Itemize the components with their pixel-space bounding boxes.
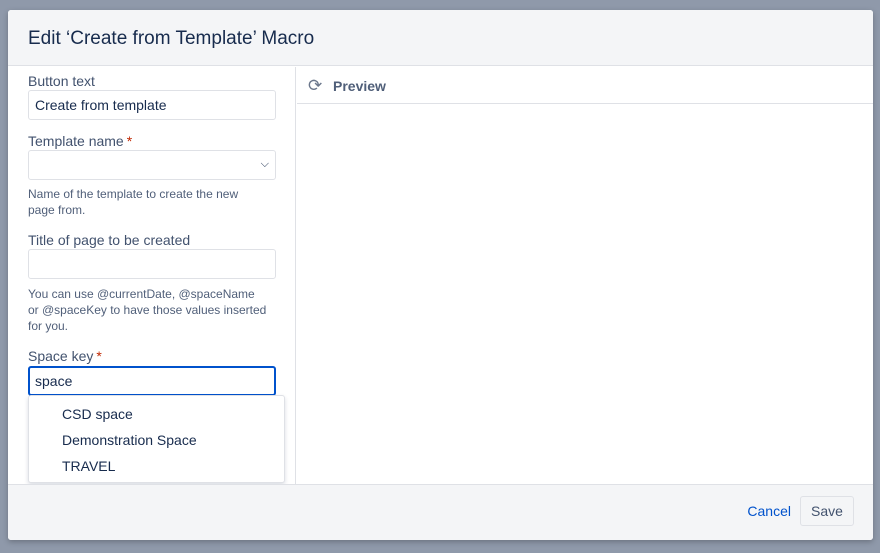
page-title-label: Title of page to be created (28, 232, 191, 248)
save-button[interactable]: Save (800, 496, 854, 526)
preview-label: Preview (333, 78, 386, 94)
macro-parameters-panel: Button text Create from template Templat… (8, 67, 296, 484)
macro-dialog: Edit ‘Create from Template’ Macro Button… (8, 10, 873, 540)
page-title-help: You can use @currentDate, @spaceName or … (28, 287, 267, 333)
required-marker: * (126, 133, 133, 149)
button-text-input[interactable]: Create from template (28, 90, 276, 120)
required-marker: * (96, 348, 102, 364)
dialog-title: Edit ‘Create from Template’ Macro (28, 28, 315, 49)
space-key-label-text: Space key (28, 348, 94, 364)
chevron-down-icon: ⌵ (260, 158, 269, 170)
preview-panel: ⟳ Preview (297, 67, 873, 484)
cancel-button[interactable]: Cancel (747, 503, 791, 519)
template-name-label: Template name * (28, 133, 132, 149)
space-key-label: Space key * (28, 348, 102, 364)
page-title-input[interactable] (28, 249, 276, 279)
dialog-footer: Cancel Save (8, 484, 873, 540)
template-name-help: Name of the template to create the new p… (28, 187, 239, 217)
template-name-label-text: Template name (28, 133, 124, 149)
suggestion-item[interactable]: Demonstration Space (62, 432, 197, 448)
suggestion-item[interactable]: CSD space (62, 406, 133, 422)
space-key-suggestions: CSD space Demonstration Space TRAVEL (28, 395, 285, 483)
space-key-input[interactable]: space (28, 366, 276, 396)
refresh-icon[interactable]: ⟳ (308, 76, 322, 96)
template-name-select[interactable]: ⌵ (28, 150, 276, 180)
suggestion-item[interactable]: TRAVEL (62, 458, 115, 474)
button-text-label: Button text (28, 73, 95, 89)
dialog-header: Edit ‘Create from Template’ Macro (8, 10, 873, 66)
preview-header[interactable]: ⟳ Preview (297, 67, 873, 104)
